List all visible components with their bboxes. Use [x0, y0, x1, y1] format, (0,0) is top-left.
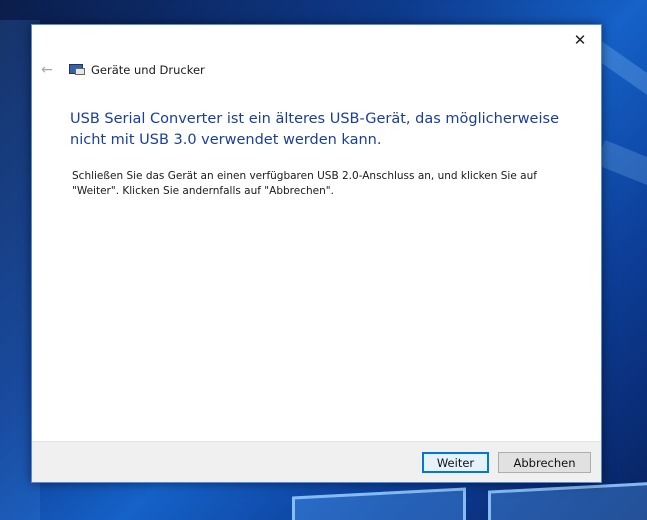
wizard-dialog: ✕ ← Geräte und Drucker USB Serial Conver… [31, 24, 602, 483]
next-button[interactable]: Weiter [422, 452, 489, 473]
back-button[interactable]: ← [35, 60, 59, 80]
breadcrumb-title: Geräte und Drucker [91, 63, 205, 77]
navigation-bar: ← Geräte und Drucker [32, 59, 205, 81]
close-button[interactable]: ✕ [567, 30, 593, 50]
instruction-text: Schließen Sie das Gerät an einen verfügb… [72, 169, 572, 199]
instruction-line-1: Schließen Sie das Gerät an einen verfügb… [72, 170, 537, 182]
button-bar: Weiter Abbrechen [32, 441, 601, 482]
windows-logo-tile [292, 487, 466, 520]
back-arrow-icon: ← [41, 62, 53, 78]
main-instruction: USB Serial Converter ist ein älteres USB… [70, 111, 559, 148]
devices-printers-icon [69, 64, 85, 76]
cancel-button[interactable]: Abbrechen [498, 452, 591, 473]
instruction-line-2: "Weiter". Klicken Sie andernfalls auf "A… [72, 185, 334, 197]
windows-logo-tile [488, 481, 647, 520]
close-icon: ✕ [573, 31, 587, 49]
light-ray [595, 140, 647, 277]
